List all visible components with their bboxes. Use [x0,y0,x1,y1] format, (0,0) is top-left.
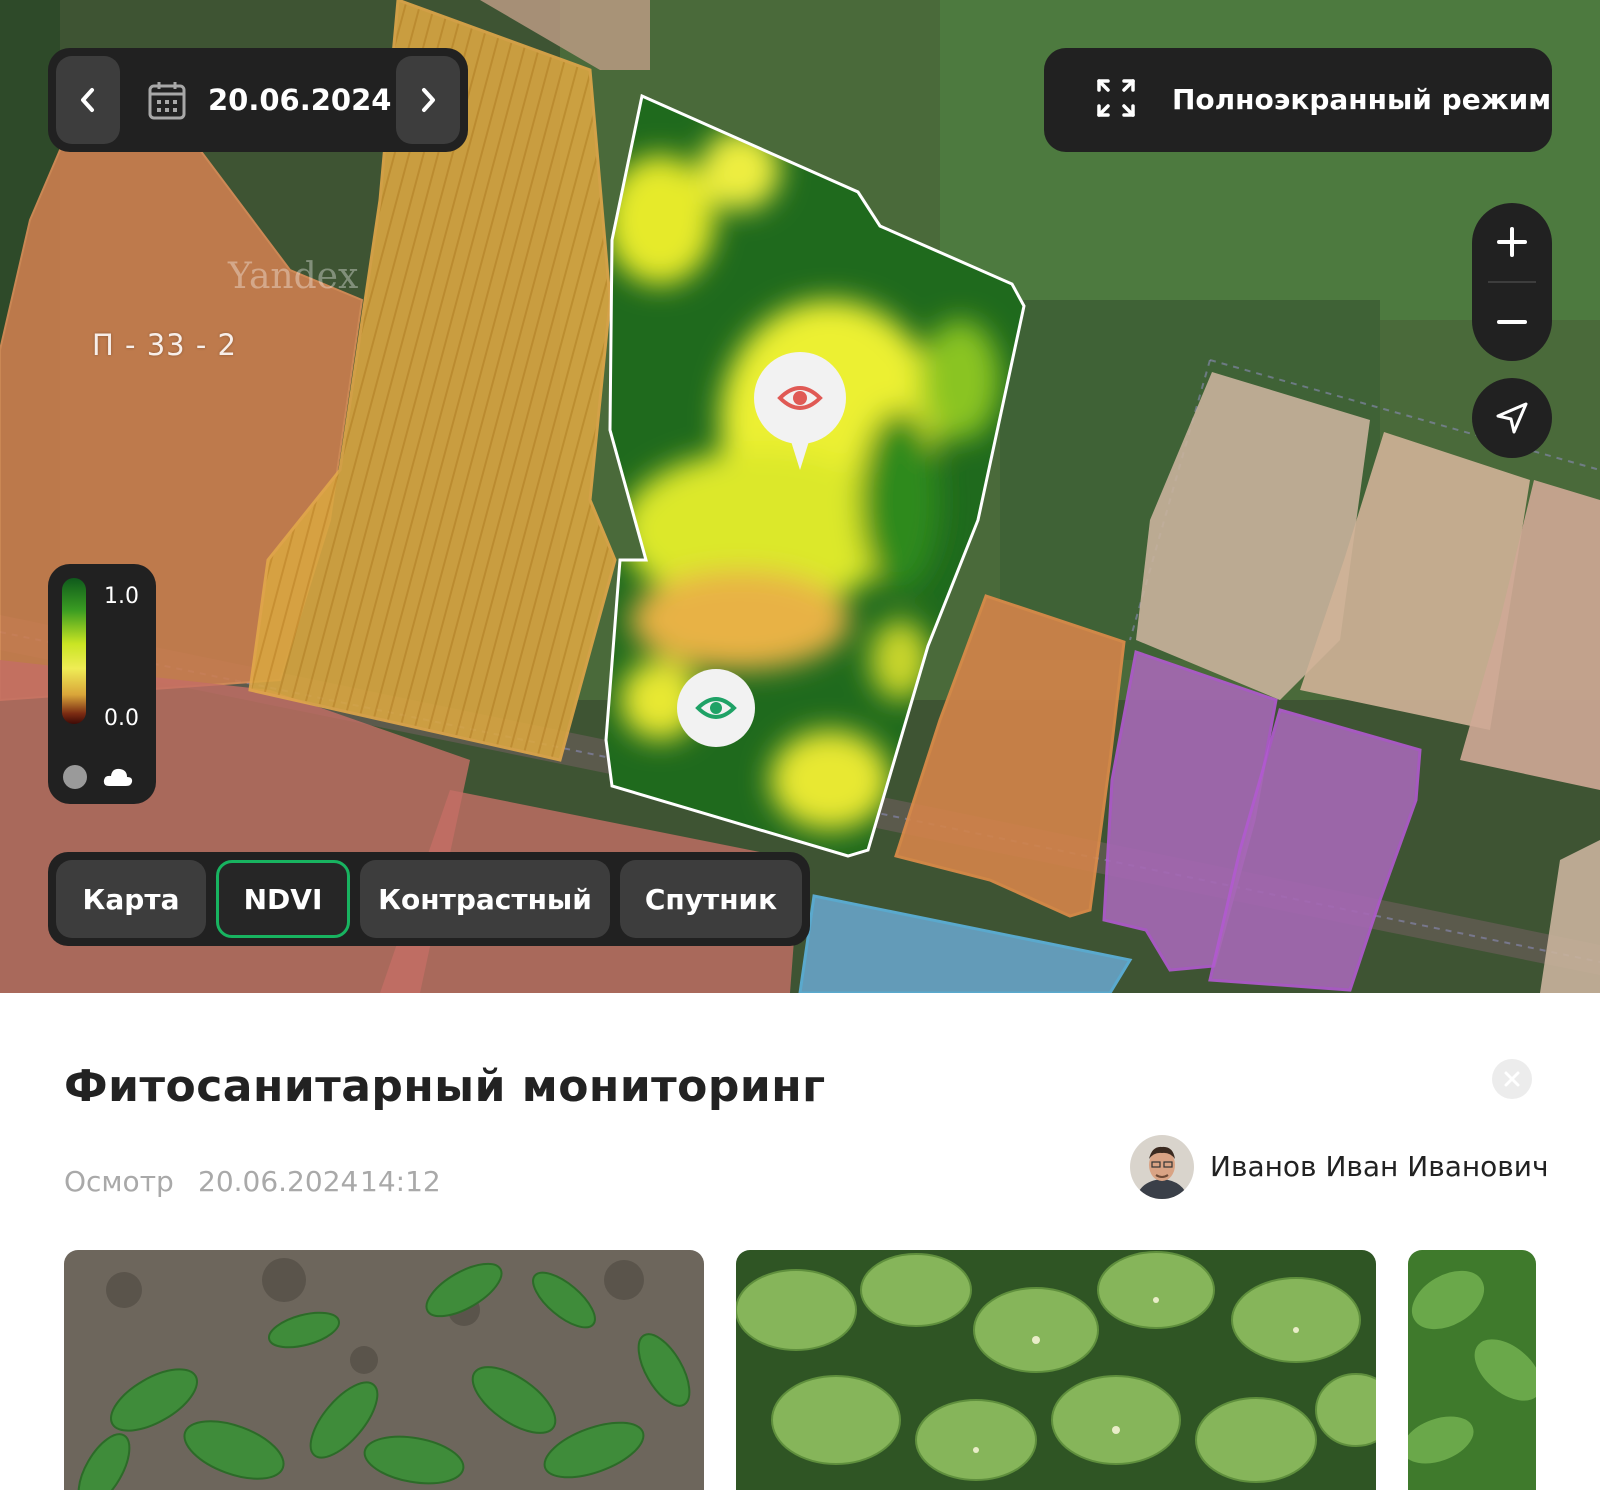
alert-inspection-pin[interactable] [752,352,848,476]
my-location-button[interactable] [1472,378,1552,458]
panel-title: Фитосанитарный мониторинг [64,1061,826,1112]
layer-switcher: Карта NDVI Контрастный Спутник [48,852,810,946]
plus-icon [1497,227,1527,257]
cloud-icon [103,768,133,786]
author-name: Иванов Иван Иванович [1210,1150,1549,1183]
inspection-type: Осмотр [64,1165,174,1198]
inspection-date: 20.06.2024 [198,1165,359,1198]
chevron-left-icon [81,88,94,112]
inspection-photo[interactable] [736,1250,1376,1490]
ndvi-gradient-scale [62,578,86,724]
no-data-dot-icon [63,765,87,789]
zoom-out-button[interactable] [1472,283,1552,361]
zoom-in-button[interactable] [1472,203,1552,281]
inspection-time: 14:12 [360,1165,441,1198]
close-icon [1504,1071,1520,1087]
layer-tab-map[interactable]: Карта [56,860,206,938]
fullscreen-button[interactable]: Полноэкранный режим [1044,48,1552,152]
chevron-right-icon [422,88,435,112]
field-label[interactable]: П - 33 - 2 [92,328,237,362]
minus-icon [1497,320,1527,324]
avatar [1130,1135,1194,1199]
fullscreen-icon [1097,79,1135,117]
legend-max-value: 1.0 [104,584,139,609]
layer-tab-contrast[interactable]: Контрастный [360,860,610,938]
zoom-controls [1472,203,1552,361]
prev-date-button[interactable] [56,56,120,144]
next-date-button[interactable] [396,56,460,144]
date-selector: 20.06.2024 [48,48,468,152]
legend-min-value: 0.0 [104,706,139,731]
inspection-photo[interactable] [1408,1250,1536,1490]
ok-inspection-pin[interactable] [676,668,756,752]
current-date[interactable]: 20.06.2024 [208,48,391,152]
navigation-arrow-icon [1496,402,1528,434]
inspection-photo[interactable] [64,1250,704,1490]
fullscreen-label: Полноэкранный режим [1172,83,1552,116]
layer-tab-ndvi[interactable]: NDVI [216,860,350,938]
close-button[interactable] [1492,1059,1532,1099]
inspection-panel: Фитосанитарный мониторинг Осмотр 20.06.2… [0,993,1600,1490]
map-watermark: Yandex [228,256,359,297]
calendar-icon [148,82,186,120]
map-view[interactable]: Yandex П - 33 - 2 20.06.2024 Полноэкранн… [0,0,1600,993]
ndvi-legend: 1.0 0.0 [48,564,156,804]
layer-tab-satellite[interactable]: Спутник [620,860,802,938]
